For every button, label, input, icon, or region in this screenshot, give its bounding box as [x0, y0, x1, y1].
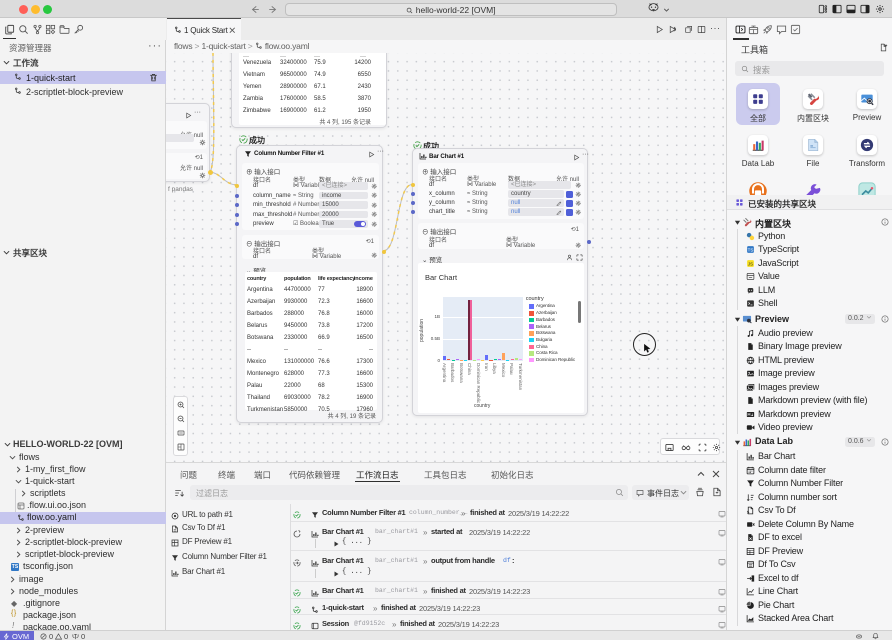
svg-text:JS: JS	[748, 261, 753, 266]
svg-text:TS: TS	[748, 247, 754, 252]
